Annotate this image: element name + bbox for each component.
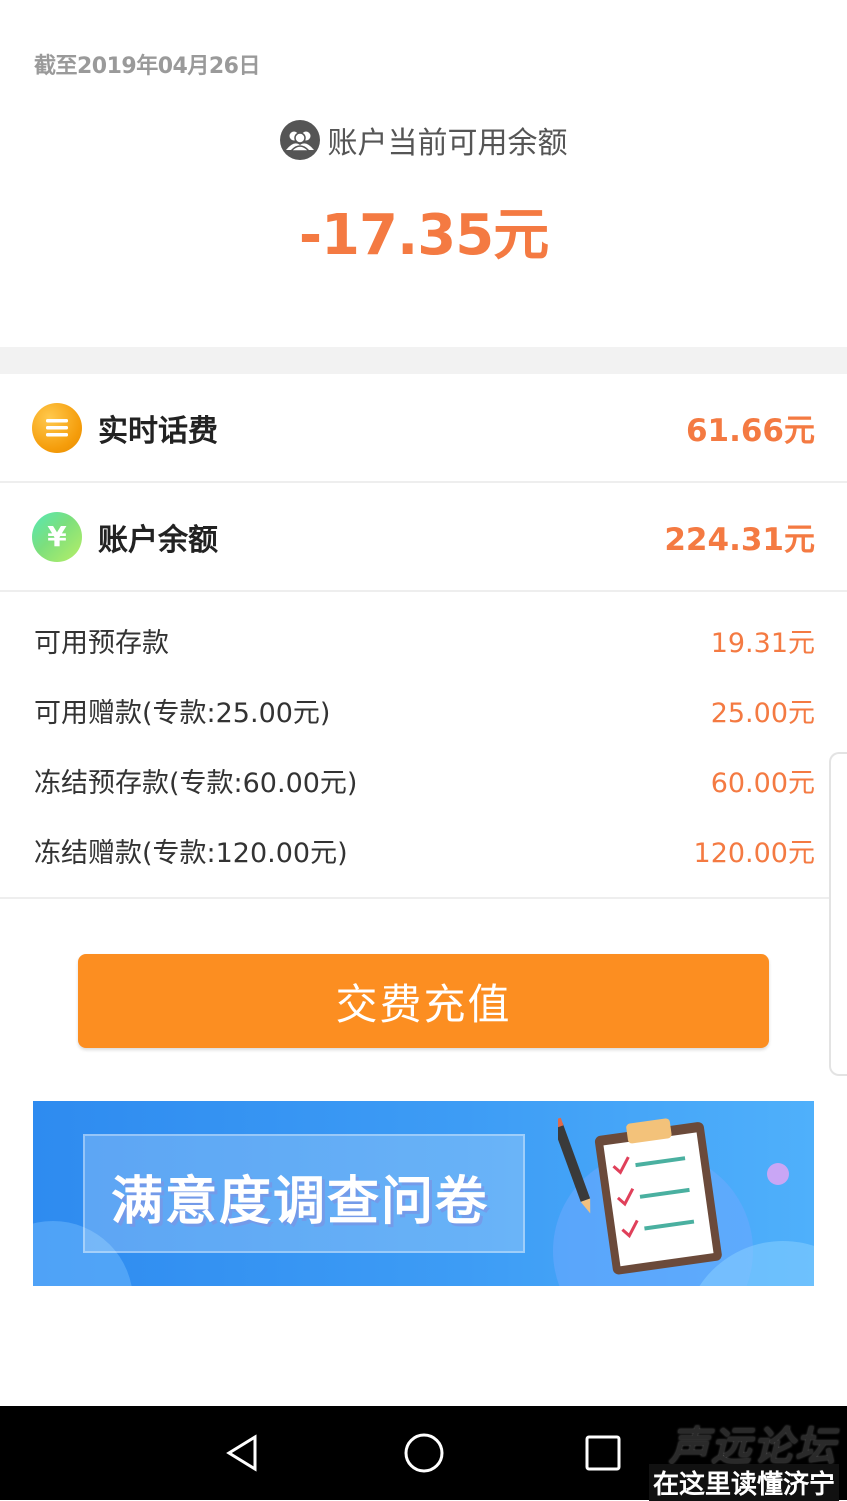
clipboard-icon <box>558 1117 722 1275</box>
list-icon <box>32 402 82 453</box>
detail-label: 可用预存款 <box>34 627 169 659</box>
banner-title: 满意度调查问卷 <box>111 1172 490 1232</box>
yuan-symbol: ¥ <box>47 519 67 553</box>
detail-row: 冻结赠款(专款:120.00元) 120.00元 <box>0 830 847 870</box>
back-icon[interactable] <box>193 1406 293 1500</box>
side-drawer-handle[interactable] <box>829 752 847 1076</box>
realtime-fee-value: 61.66元 <box>685 413 815 449</box>
account-balance-value: 224.31元 <box>664 522 815 558</box>
system-navbar: 声远论坛 在这里读懂济宁 <box>0 1406 847 1501</box>
balance-amount: -17.35元 <box>298 203 549 268</box>
detail-label: 冻结赠款(专款:120.00元) <box>34 837 348 869</box>
account-balance-row[interactable]: ¥ 账户余额 224.31元 <box>0 483 847 592</box>
account-balance-label: 账户余额 <box>98 522 218 558</box>
yuan-icon: ¥ <box>32 511 82 562</box>
section-gap <box>0 347 847 374</box>
pay-recharge-button[interactable]: 交费充值 <box>78 954 769 1048</box>
realtime-fee-label: 实时话费 <box>98 413 218 449</box>
watermark-slogan: 在这里读懂济宁 <box>648 1464 839 1501</box>
balance-header: 账户当前可用余额 <box>0 118 847 162</box>
detail-label: 冻结预存款(专款:60.00元) <box>34 767 358 799</box>
detail-row: 可用赠款(专款:25.00元) 25.00元 <box>0 690 847 730</box>
banner-dot <box>767 1163 789 1185</box>
section-divider <box>0 897 847 899</box>
recents-icon[interactable] <box>553 1406 653 1500</box>
detail-value: 120.00元 <box>693 837 815 869</box>
detail-value: 60.00元 <box>710 767 815 799</box>
detail-row: 冻结预存款(专款:60.00元) 60.00元 <box>0 760 847 800</box>
balance-label: 账户当前可用余额 <box>327 126 568 161</box>
as-of-date: 截至2019年04月26日 <box>34 54 260 79</box>
detail-row: 可用预存款 19.31元 <box>0 620 847 660</box>
detail-value: 25.00元 <box>710 697 815 729</box>
home-icon[interactable] <box>374 1406 474 1500</box>
users-icon <box>279 120 320 160</box>
realtime-fee-row[interactable]: 实时话费 61.66元 <box>0 374 847 483</box>
detail-label: 可用赠款(专款:25.00元) <box>34 697 331 729</box>
survey-banner[interactable]: 满意度调查问卷 <box>33 1101 814 1286</box>
detail-value: 19.31元 <box>710 627 815 659</box>
